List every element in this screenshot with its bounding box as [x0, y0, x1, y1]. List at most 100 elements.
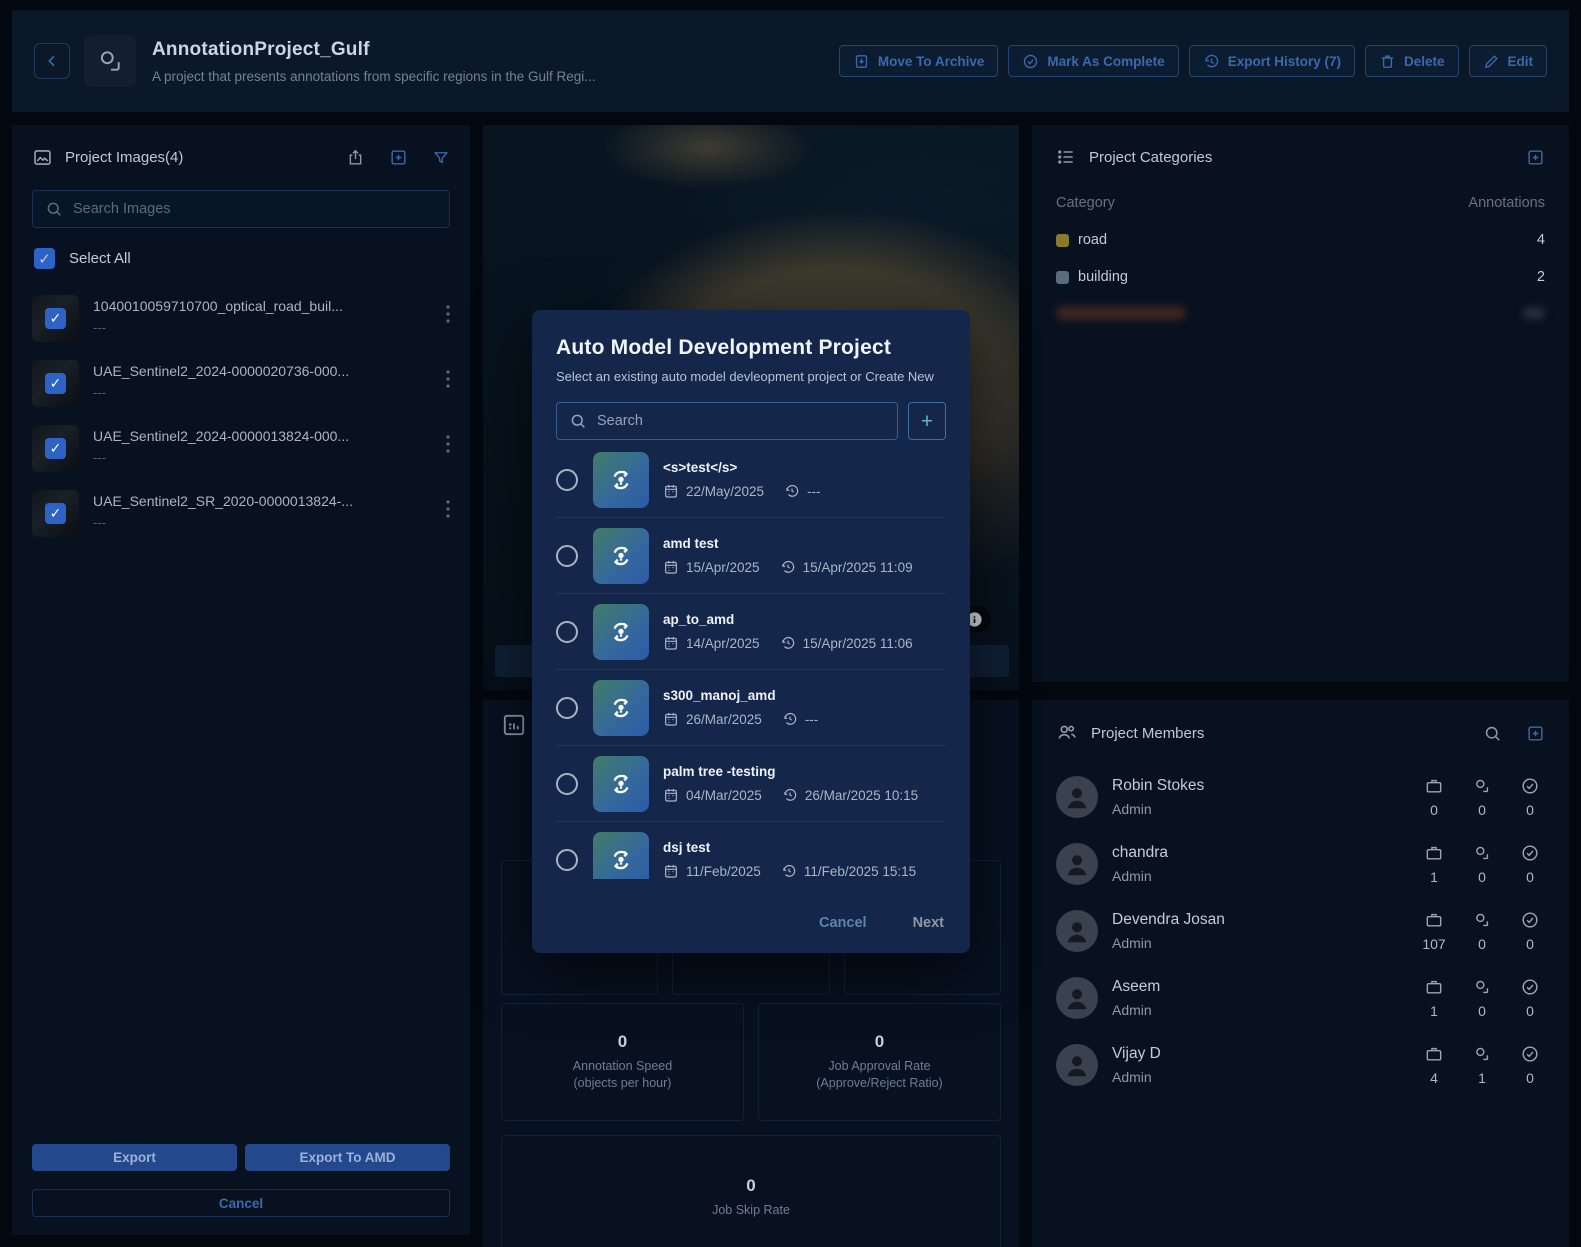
member-approvals-count: 0: [1526, 869, 1534, 885]
amd-created-date: 14/Apr/2025: [686, 636, 760, 651]
filter-images-button[interactable]: [432, 149, 450, 167]
calendar-icon: [663, 483, 679, 499]
delete-button[interactable]: Delete: [1365, 45, 1459, 77]
image-search-input[interactable]: [73, 201, 437, 217]
member-row[interactable]: Devendra Josan Admin 107 0 0: [1056, 910, 1545, 952]
auto-model-icon: [593, 832, 649, 880]
mark-as-complete-button[interactable]: Mark As Complete: [1008, 45, 1178, 77]
radio-button[interactable]: [556, 469, 578, 491]
image-checkbox[interactable]: ✓: [45, 308, 66, 329]
back-button[interactable]: [34, 43, 70, 79]
history-icon: [1203, 53, 1220, 70]
radio-button[interactable]: [556, 697, 578, 719]
job-approval-rate-sublabel: (Approve/Reject Ratio): [816, 1075, 942, 1092]
image-list-item[interactable]: ✓ UAE_Sentinel2_SR_2020-0000013824-... -…: [32, 490, 450, 537]
radio-button[interactable]: [556, 849, 578, 871]
chevron-left-icon: [44, 53, 60, 69]
annotation-speed-card: 0 Annotation Speed (objects per hour): [501, 1003, 744, 1121]
category-row[interactable]: building 2: [1056, 269, 1545, 285]
select-all-row[interactable]: ✓ Select All: [34, 248, 450, 269]
member-row[interactable]: chandra Admin 1 0 0: [1056, 843, 1545, 885]
image-checkbox[interactable]: ✓: [45, 438, 66, 459]
annotation-icon: [1472, 843, 1492, 863]
cancel-export-button[interactable]: Cancel: [32, 1189, 450, 1217]
header-actions: Move To Archive Mark As Complete Export …: [839, 45, 1547, 77]
category-row[interactable]: road 4: [1056, 232, 1545, 248]
amd-project-name: palm tree -testing: [663, 764, 918, 779]
add-category-button[interactable]: [1526, 148, 1545, 167]
image-menu-button[interactable]: [446, 490, 450, 518]
member-role: Admin: [1112, 868, 1168, 884]
amd-project-name: dsj test: [663, 840, 916, 855]
image-list-item[interactable]: ✓ UAE_Sentinel2_2024-0000020736-000... -…: [32, 360, 450, 407]
image-checkbox[interactable]: ✓: [45, 373, 66, 394]
member-row[interactable]: Vijay D Admin 4 1 0: [1056, 1044, 1545, 1086]
radio-button[interactable]: [556, 545, 578, 567]
amd-project-row[interactable]: dsj test 11/Feb/2025 11/Feb/2025 15:15: [556, 822, 946, 879]
briefcase-icon: [1424, 843, 1444, 863]
member-annotations-count: 1: [1478, 1070, 1486, 1086]
image-thumbnail: ✓: [32, 425, 79, 472]
export-to-amd-button[interactable]: Export To AMD: [245, 1144, 450, 1171]
project-images-panel: Project Images(4) ✓: [12, 125, 470, 1235]
category-count: 2: [1537, 269, 1545, 285]
image-name: 1040010059710700_optical_road_buil...: [93, 298, 343, 314]
create-new-project-button[interactable]: +: [908, 402, 946, 440]
modal-next-button[interactable]: Next: [913, 915, 944, 931]
job-skip-rate-value: 0: [746, 1176, 755, 1196]
image-menu-button[interactable]: [446, 295, 450, 323]
member-row[interactable]: Robin Stokes Admin 0 0 0: [1056, 776, 1545, 818]
add-image-button[interactable]: [389, 148, 408, 167]
amd-created-date: 11/Feb/2025: [686, 864, 761, 879]
category-color-swatch: [1056, 271, 1069, 284]
amd-updated-date: ---: [807, 484, 821, 499]
calendar-icon: [663, 787, 679, 803]
member-approvals-count: 0: [1526, 1070, 1534, 1086]
amd-project-row[interactable]: palm tree -testing 04/Mar/2025 26/Mar/20…: [556, 746, 946, 822]
member-annotations-count: 0: [1478, 869, 1486, 885]
select-all-checkbox[interactable]: ✓: [34, 248, 55, 269]
image-search-box: [32, 190, 450, 228]
export-history-button[interactable]: Export History (7): [1189, 45, 1355, 77]
job-skip-rate-card: 0 Job Skip Rate: [501, 1135, 1001, 1247]
clock-history-icon: [784, 483, 800, 499]
search-members-button[interactable]: [1483, 724, 1502, 743]
avatar: [1056, 1044, 1098, 1086]
amd-project-row[interactable]: s300_manoj_amd 26/Mar/2025 ---: [556, 670, 946, 746]
add-member-button[interactable]: [1526, 724, 1545, 743]
image-menu-button[interactable]: [446, 425, 450, 453]
briefcase-icon: [1424, 977, 1444, 997]
category-row-redacted[interactable]: [1056, 306, 1545, 320]
modal-cancel-button[interactable]: Cancel: [819, 915, 867, 931]
image-checkbox[interactable]: ✓: [45, 503, 66, 524]
avatar: [1056, 843, 1098, 885]
member-annotations-count: 0: [1478, 1003, 1486, 1019]
category-name: road: [1078, 232, 1107, 248]
project-categories-panel: Project Categories Category Annotations …: [1032, 125, 1569, 682]
member-annotations-count: 0: [1478, 936, 1486, 952]
category-name-blurred: [1056, 306, 1186, 320]
export-images-button[interactable]: [346, 148, 365, 167]
radio-button[interactable]: [556, 773, 578, 795]
left-panel-spacer: [32, 537, 450, 1144]
export-button[interactable]: Export: [32, 1144, 237, 1171]
image-thumbnail: ✓: [32, 360, 79, 407]
member-row[interactable]: Aseem Admin 1 0 0: [1056, 977, 1545, 1019]
modal-search-input[interactable]: [597, 413, 885, 429]
image-list-item[interactable]: ✓ UAE_Sentinel2_2024-0000013824-000... -…: [32, 425, 450, 472]
category-count: 4: [1537, 232, 1545, 248]
check-circle-icon: [1520, 1044, 1540, 1064]
radio-button[interactable]: [556, 621, 578, 643]
move-to-archive-button[interactable]: Move To Archive: [839, 45, 999, 77]
amd-project-row[interactable]: amd test 15/Apr/2025 15/Apr/2025 11:09: [556, 518, 946, 594]
image-menu-button[interactable]: [446, 360, 450, 388]
member-approvals-count: 0: [1526, 802, 1534, 818]
search-icon: [1483, 724, 1502, 743]
amd-project-name: amd test: [663, 536, 913, 551]
amd-project-row[interactable]: <s>test</s> 22/May/2025 ---: [556, 442, 946, 518]
amd-project-row[interactable]: ap_to_amd 14/Apr/2025 15/Apr/2025 11:06: [556, 594, 946, 670]
edit-button[interactable]: Edit: [1469, 45, 1548, 77]
clock-history-icon: [782, 787, 798, 803]
image-list-item[interactable]: ✓ 1040010059710700_optical_road_buil... …: [32, 295, 450, 342]
amd-updated-date: ---: [805, 712, 819, 727]
